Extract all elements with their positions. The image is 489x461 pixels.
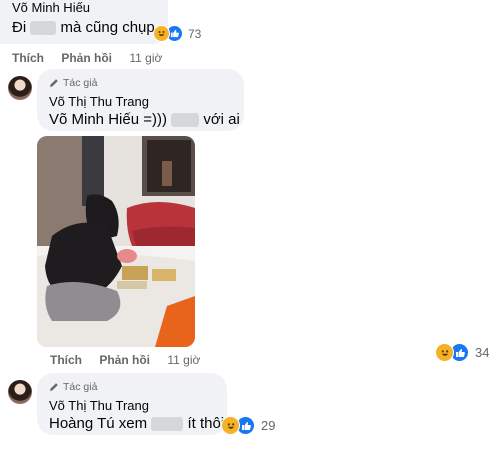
redacted-word <box>171 113 200 128</box>
commenter-name[interactable]: Võ Thị Thu Trang <box>49 94 149 109</box>
reply-button[interactable]: Phản hồi <box>61 51 112 65</box>
commenter-name[interactable]: Võ Minh Hiếu <box>12 0 90 15</box>
avatar[interactable] <box>8 380 32 404</box>
author-badge: Tác giả <box>49 77 97 89</box>
comment-photo[interactable] <box>37 136 195 347</box>
reply-button[interactable]: Phản hồi <box>99 353 150 367</box>
commenter-name[interactable]: Võ Thị Thu Trang <box>49 398 149 413</box>
comment-bubble-2: Tác giả Võ Thị Thu Trang Võ Minh Hiếu =)… <box>37 69 244 131</box>
haha-reaction-icon <box>435 343 454 362</box>
comment-text-before: Đi <box>12 19 27 36</box>
like-button[interactable]: Thích <box>12 51 44 65</box>
comment-text-after: ít thôi <box>187 415 225 432</box>
comment-text-after: với ai <box>203 111 240 128</box>
comment-text-before: Hoàng Tú xem <box>49 415 148 432</box>
comment-text: Võ Minh Hiếu =))) với ai <box>49 111 240 128</box>
avatar[interactable] <box>8 76 32 100</box>
comment-actions-2: Thích Phản hồi 11 giờ <box>50 353 214 367</box>
comment-bubble-1: Võ Minh Hiếu Đi mà cũng chụp <box>0 0 168 44</box>
pen-icon <box>50 383 58 391</box>
comment-text: Hoàng Tú xem ít thôi <box>49 415 224 432</box>
redacted-word <box>30 21 57 36</box>
author-badge: Tác giả <box>49 381 97 393</box>
author-badge-label: Tác giả <box>63 77 98 89</box>
reaction-count: 73 <box>188 26 202 41</box>
reaction-count: 34 <box>475 345 489 360</box>
redacted-word <box>151 417 184 432</box>
reaction-summary-2[interactable]: 34 <box>435 343 489 362</box>
author-badge-label: Tác giả <box>63 381 98 393</box>
comment-text-before: Võ Minh Hiếu =))) <box>49 111 167 128</box>
comment-bubble-3: Tác giả Võ Thị Thu Trang Hoàng Tú xem ít… <box>37 373 227 435</box>
comment-text: Đi mà cũng chụp <box>12 19 155 36</box>
reaction-count: 29 <box>261 418 276 433</box>
timestamp[interactable]: 11 giờ <box>129 51 162 65</box>
photo-illustration <box>37 136 195 347</box>
reaction-summary-3[interactable]: 29 <box>221 416 275 435</box>
like-button[interactable]: Thích <box>50 353 82 367</box>
timestamp[interactable]: 11 giờ <box>167 353 200 367</box>
haha-reaction-icon <box>221 416 240 435</box>
comment-actions-1: Thích Phản hồi 11 giờ <box>12 51 176 65</box>
pen-icon <box>50 79 58 87</box>
comment-text-after: mà cũng chụp <box>60 19 155 36</box>
reaction-summary-1[interactable]: 73 <box>153 25 201 42</box>
haha-reaction-icon <box>153 25 170 42</box>
